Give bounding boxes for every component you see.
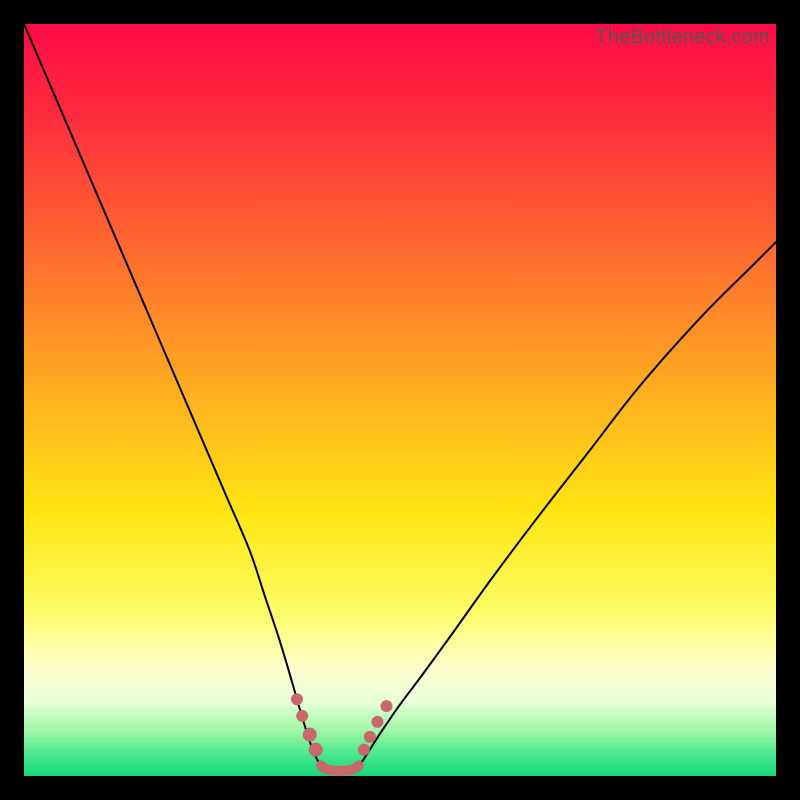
right-dot-2 [364,731,376,743]
watermark-text: TheBottleneck.com [595,26,770,49]
left-dot-1 [291,693,303,705]
gradient-background [24,24,776,776]
outer-frame: TheBottleneck.com [0,0,800,800]
plot-area: TheBottleneck.com [24,24,776,776]
chart-canvas [24,24,776,776]
series-valley-floor [321,765,359,770]
left-dot-2 [296,710,308,722]
left-dot-3 [303,728,317,742]
right-dot-3 [371,716,383,728]
right-dot-1 [358,744,370,756]
right-dot-4 [380,700,392,712]
left-dot-4 [309,743,323,757]
